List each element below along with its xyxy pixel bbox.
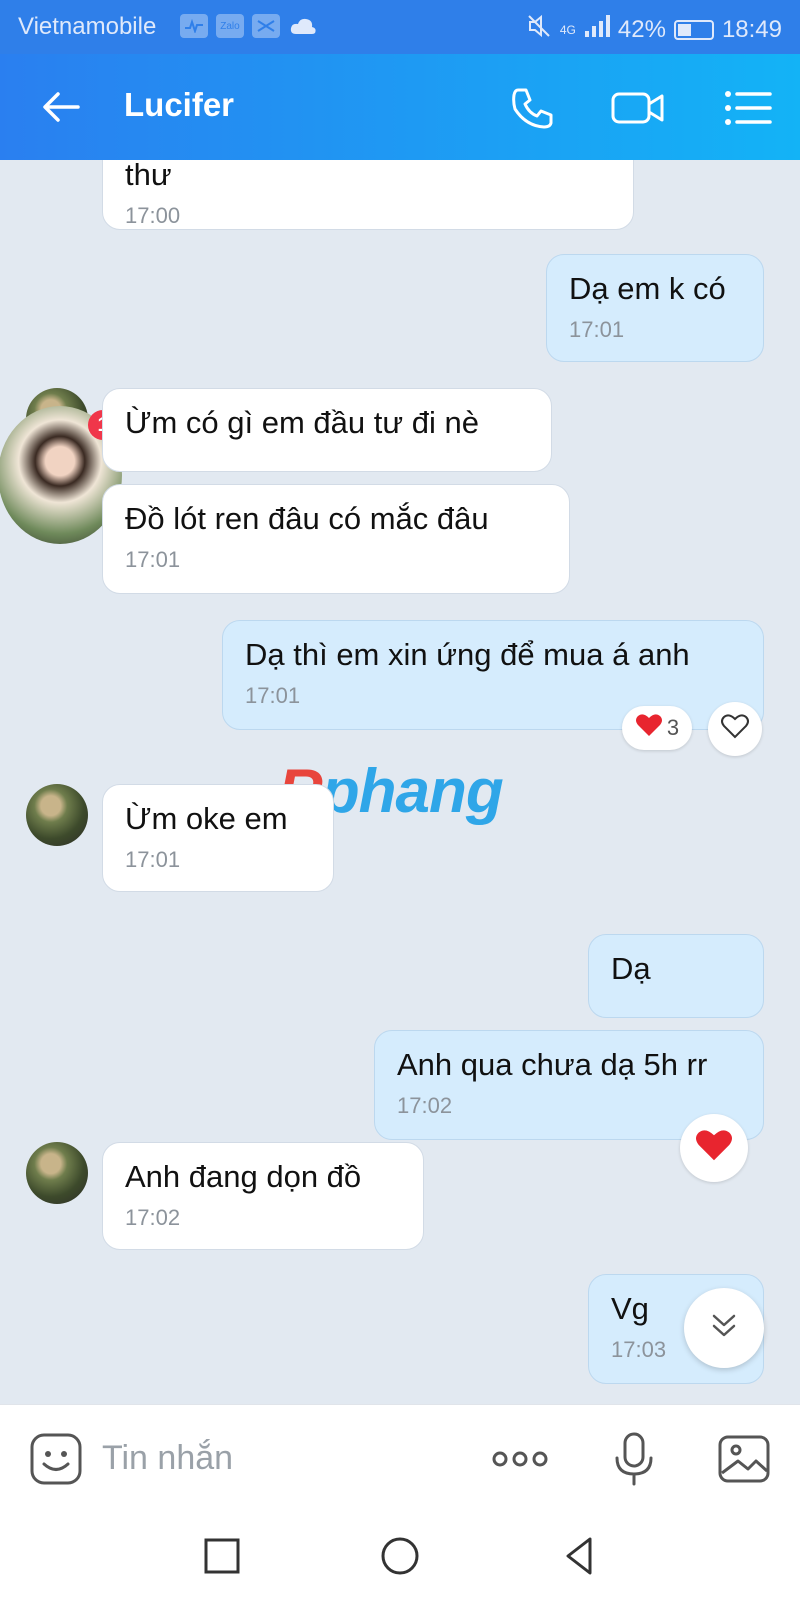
avatar[interactable] — [26, 784, 88, 846]
activity-icon — [180, 14, 208, 38]
message-text: Anh qua chưa dạ 5h rr — [397, 1047, 708, 1082]
zalo-icon: Zalo — [216, 14, 244, 38]
avatar[interactable] — [26, 1142, 88, 1204]
image-icon[interactable] — [716, 1431, 772, 1487]
message-incoming[interactable]: thư 17:00 — [102, 160, 634, 230]
message-outgoing[interactable]: Dạ — [588, 934, 764, 1018]
message-text: thư — [125, 160, 172, 192]
message-text: Ừm oke em — [125, 801, 288, 836]
add-reaction-button[interactable] — [708, 702, 762, 756]
reaction-summary[interactable]: 3 — [622, 706, 692, 750]
phone-icon[interactable] — [506, 82, 558, 134]
message-text: Dạ — [611, 951, 651, 986]
message-text: Dạ em k có — [569, 271, 726, 306]
signal-icon — [584, 15, 610, 44]
message-time: 17:02 — [125, 1205, 181, 1230]
message-incoming[interactable]: Đồ lót ren đâu có mắc đâu 17:01 — [102, 484, 570, 594]
system-status: 4G 42% 18:49 — [526, 13, 782, 46]
message-input[interactable]: Tin nhắn — [102, 1439, 233, 1478]
home-icon[interactable] — [376, 1532, 424, 1580]
sticker-icon[interactable] — [28, 1431, 84, 1487]
message-outgoing[interactable]: Dạ em k có 17:01 — [546, 254, 764, 362]
message-time: 17:02 — [397, 1093, 453, 1118]
message-time: 17:00 — [125, 203, 181, 228]
dots-icon — [252, 14, 280, 38]
status-bar: Vietnamobile Zalo 4G 42% 18:49 — [0, 0, 800, 54]
battery-icon — [673, 19, 714, 40]
message-text: Dạ thì em xin ứng để mua á anh — [245, 637, 690, 672]
notification-icons: Zalo — [180, 14, 318, 45]
message-text: Vg — [611, 1291, 649, 1326]
back-nav-icon[interactable] — [556, 1532, 604, 1580]
message-incoming[interactable]: Ừm có gì em đầu tư đi nè — [102, 388, 552, 472]
message-time: 17:01 — [125, 547, 181, 572]
contact-name[interactable]: Lucifer — [124, 86, 234, 124]
back-arrow-icon[interactable] — [38, 84, 84, 130]
system-navigation-bar — [0, 1512, 800, 1600]
reaction-heart-button[interactable] — [680, 1114, 748, 1182]
menu-icon[interactable] — [722, 82, 774, 134]
cloud-icon — [288, 14, 318, 45]
composer: Tin nhắn — [0, 1404, 800, 1512]
chevron-double-down-icon — [708, 1310, 740, 1347]
microphone-icon[interactable] — [606, 1431, 662, 1487]
network-type: 4G — [559, 22, 576, 37]
heart-icon — [635, 712, 663, 744]
more-options-icon[interactable] — [490, 1435, 548, 1491]
message-incoming[interactable]: Ừm oke em 17:01 — [102, 784, 334, 892]
message-incoming[interactable]: Anh đang dọn đồ 17:02 — [102, 1142, 424, 1250]
clock: 18:49 — [721, 15, 782, 43]
carrier-name: Vietnamobile — [18, 13, 157, 40]
message-time: 17:01 — [569, 317, 625, 342]
message-text: Đồ lót ren đâu có mắc đâu — [125, 501, 489, 536]
message-text: Anh đang dọn đồ — [125, 1159, 362, 1194]
recent-apps-icon[interactable] — [198, 1532, 246, 1580]
heart-icon — [694, 1127, 734, 1169]
mute-icon — [526, 13, 552, 46]
heart-outline-icon — [720, 712, 750, 746]
message-time: 17:01 — [125, 847, 181, 872]
scroll-to-bottom-button[interactable] — [684, 1288, 764, 1368]
message-text: Ừm có gì em đầu tư đi nè — [125, 405, 479, 440]
chat-header: Lucifer — [0, 54, 800, 160]
reaction-count: 3 — [666, 715, 680, 740]
battery-percent: 42% — [617, 15, 666, 43]
message-list[interactable]: thư 17:00 Dạ em k có 17:01 1 Ừm có gì em… — [0, 160, 800, 1404]
video-icon[interactable] — [610, 82, 664, 134]
